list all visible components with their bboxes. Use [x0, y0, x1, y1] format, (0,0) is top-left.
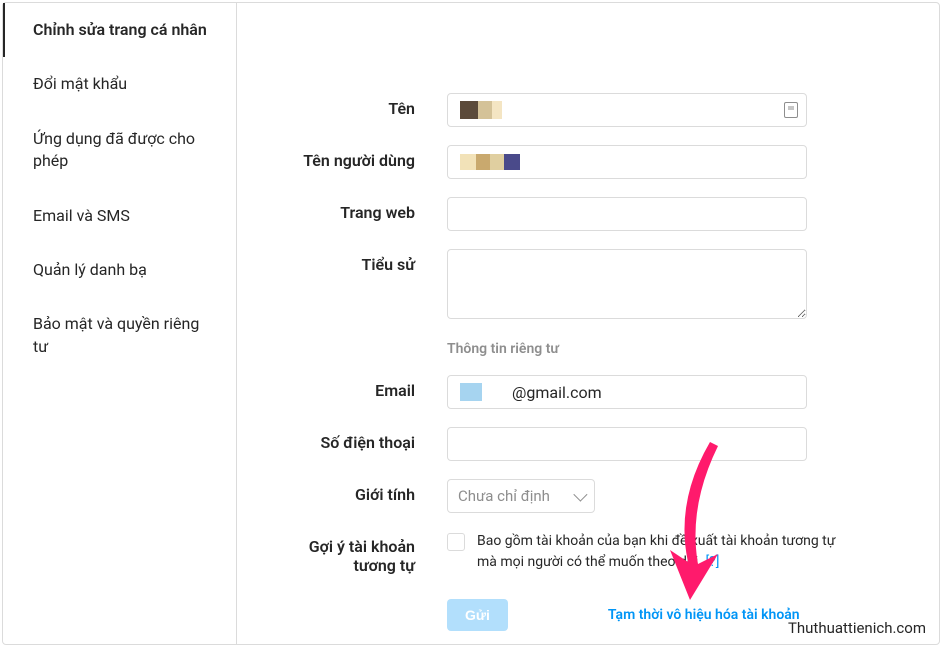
bio-label: Tiểu sử: [287, 249, 447, 274]
gender-value: Chưa chỉ định: [458, 487, 550, 505]
watermark-text: Thuthuattienich.com: [788, 619, 926, 637]
similar-accounts-checkbox[interactable]: [447, 533, 465, 551]
name-value-redacted: [458, 94, 502, 126]
email-value-redacted: [458, 376, 512, 408]
gender-label: Giới tính: [287, 479, 447, 504]
autofill-icon: [784, 102, 798, 118]
sidebar-item-manage-contacts[interactable]: Quản lý danh bạ: [3, 243, 236, 297]
sidebar-item-authorized-apps[interactable]: Ứng dụng đã được cho phép: [3, 112, 236, 189]
username-value-redacted: [458, 146, 520, 178]
website-input[interactable]: [447, 197, 807, 231]
sidebar-item-privacy-security[interactable]: Bảo mật và quyền riêng tư: [3, 297, 236, 374]
submit-button[interactable]: Gửi: [447, 599, 508, 631]
phone-label: Số điện thoại: [287, 427, 447, 452]
sidebar-item-change-password[interactable]: Đổi mật khẩu: [3, 57, 236, 111]
username-label: Tên người dùng: [287, 145, 447, 170]
name-label: Tên: [287, 93, 447, 118]
similar-accounts-help-link[interactable]: [?]: [705, 554, 719, 570]
email-input[interactable]: @gmail.com: [447, 375, 807, 409]
gender-select[interactable]: Chưa chỉ định: [447, 479, 595, 513]
email-domain: @gmail.com: [512, 383, 602, 402]
edit-profile-form: Tên Tên người dùng Trang web: [237, 3, 939, 644]
settings-sidebar: Chỉnh sửa trang cá nhân Đổi mật khẩu Ứng…: [3, 3, 237, 644]
phone-input[interactable]: [447, 427, 807, 461]
bio-textarea[interactable]: [447, 249, 807, 319]
sidebar-item-email-sms[interactable]: Email và SMS: [3, 189, 236, 243]
chevron-down-icon: [573, 488, 587, 502]
similar-accounts-label: Gợi ý tài khoản tương tự: [287, 531, 447, 575]
website-label: Trang web: [287, 197, 447, 222]
private-info-section-title: Thông tin riêng tư: [287, 341, 909, 357]
username-input[interactable]: [447, 145, 807, 179]
sidebar-item-edit-profile[interactable]: Chỉnh sửa trang cá nhân: [3, 3, 236, 57]
disable-account-link[interactable]: Tạm thời vô hiệu hóa tài khoản: [608, 607, 800, 623]
settings-container: Chỉnh sửa trang cá nhân Đổi mật khẩu Ứng…: [2, 2, 940, 645]
name-input[interactable]: [447, 93, 807, 127]
similar-accounts-description: Bao gồm tài khoản của bạn khi đề xuất tà…: [477, 531, 847, 573]
email-label: Email: [287, 375, 447, 400]
